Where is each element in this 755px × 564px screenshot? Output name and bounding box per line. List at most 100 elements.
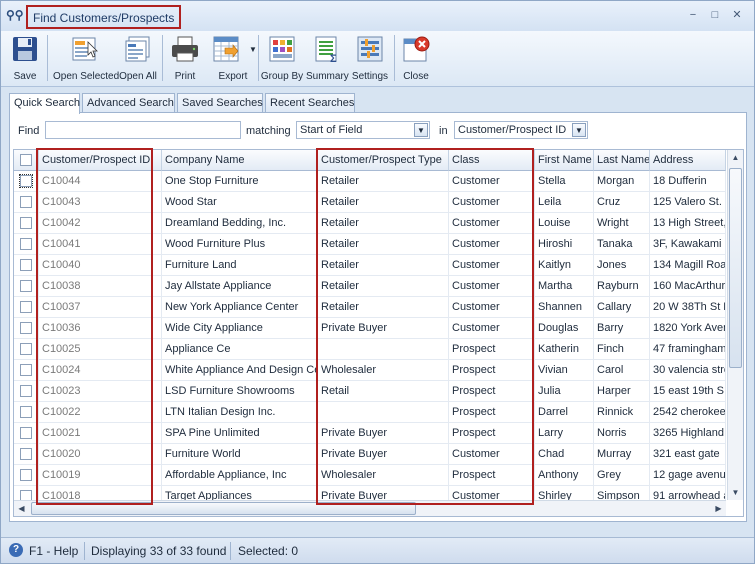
table-cell[interactable]: 160 MacArthur [650, 276, 726, 297]
table-cell[interactable]: Martha [535, 276, 594, 297]
table-cell[interactable]: Rayburn [594, 276, 650, 297]
table-cell[interactable]: Private Buyer [318, 444, 449, 465]
table-cell[interactable]: Customer [449, 255, 535, 276]
table-cell[interactable]: C10037 [39, 297, 162, 318]
table-cell[interactable]: Prospect [449, 423, 535, 444]
table-cell[interactable]: C10040 [39, 255, 162, 276]
table-cell[interactable]: Customer [449, 318, 535, 339]
table-cell[interactable]: Carol [594, 360, 650, 381]
row-checkbox[interactable] [20, 343, 32, 355]
table-cell[interactable]: Retailer [318, 213, 449, 234]
table-cell[interactable]: 2542 cherokee [650, 402, 726, 423]
table-cell[interactable]: 321 east gate [650, 444, 726, 465]
table-cell[interactable]: Harper [594, 381, 650, 402]
table-cell[interactable]: Retailer [318, 255, 449, 276]
table-cell[interactable]: C10023 [39, 381, 162, 402]
maximize-button[interactable]: □ [707, 7, 723, 23]
chevron-down-icon[interactable]: ▼ [414, 123, 428, 137]
table-cell[interactable]: SPA Pine Unlimited [162, 423, 318, 444]
table-cell[interactable]: 15 east 19th S [650, 381, 726, 402]
table-cell[interactable]: 13 High Street, [650, 213, 726, 234]
help-icon[interactable]: ? [9, 543, 23, 557]
table-row[interactable]: C10019 Affordable Appliance, Inc Wholesale… [14, 465, 726, 486]
table-cell[interactable]: Furniture World [162, 444, 318, 465]
table-row[interactable]: C10043 Wood Star Retailer Customer Leila Cruz… [14, 192, 726, 213]
table-cell[interactable]: Leila [535, 192, 594, 213]
table-cell[interactable]: Prospect [449, 381, 535, 402]
table-cell[interactable]: Hiroshi [535, 234, 594, 255]
table-cell[interactable]: Wood Furniture Plus [162, 234, 318, 255]
row-checkbox[interactable] [20, 427, 32, 439]
table-row[interactable]: C10036 Wide City Appliance Private Buyer Cu… [14, 318, 726, 339]
find-input[interactable] [45, 121, 241, 139]
table-cell[interactable]: Jones [594, 255, 650, 276]
group-by-button[interactable]: Group By [260, 34, 304, 84]
table-cell[interactable]: Retailer [318, 297, 449, 318]
table-row[interactable]: C10042 Dreamland Bedding, Inc. Retailer Cus… [14, 213, 726, 234]
table-cell[interactable]: 18 Dufferin [650, 171, 726, 192]
tab-advanced-search[interactable]: Advanced Search [82, 93, 175, 113]
select-all-checkbox[interactable] [20, 154, 32, 166]
table-cell[interactable]: Private Buyer [318, 318, 449, 339]
table-row[interactable]: C10020 Furniture World Private Buyer Custom… [14, 444, 726, 465]
scroll-right-icon[interactable]: ▶ [711, 501, 726, 516]
table-cell[interactable]: Affordable Appliance, Inc [162, 465, 318, 486]
table-cell[interactable]: Wood Star [162, 192, 318, 213]
table-cell[interactable]: White Appliance And Design Cen [162, 360, 318, 381]
table-cell[interactable]: Murray [594, 444, 650, 465]
column-header[interactable]: Company Name [162, 150, 318, 171]
column-header[interactable]: Customer/Prospect Type [318, 150, 449, 171]
table-cell[interactable]: Shannen [535, 297, 594, 318]
table-cell[interactable]: Wright [594, 213, 650, 234]
table-cell[interactable]: Katherin [535, 339, 594, 360]
table-row[interactable]: C10037 New York Appliance Center Retailer C… [14, 297, 726, 318]
minimize-button[interactable]: − [685, 7, 701, 23]
table-row[interactable]: C10041 Wood Furniture Plus Retailer Custome… [14, 234, 726, 255]
table-cell[interactable]: C10044 [39, 171, 162, 192]
table-cell[interactable]: Finch [594, 339, 650, 360]
row-checkbox[interactable] [20, 259, 32, 271]
row-checkbox[interactable] [20, 196, 32, 208]
table-cell[interactable]: LSD Furniture Showrooms [162, 381, 318, 402]
tab-recent-searches[interactable]: Recent Searches [265, 93, 355, 113]
summary-button[interactable]: Σ Summary [306, 34, 349, 84]
table-row[interactable]: C10023 LSD Furniture Showrooms Retail Prosp… [14, 381, 726, 402]
open-selected-button[interactable]: Open Selected [53, 34, 119, 84]
horizontal-scrollbar[interactable]: ◀ ▶ [14, 500, 726, 516]
row-checkbox[interactable] [20, 406, 32, 418]
table-cell[interactable]: C10022 [39, 402, 162, 423]
scroll-up-icon[interactable]: ▲ [728, 150, 743, 165]
table-cell[interactable]: Callary [594, 297, 650, 318]
row-checkbox[interactable] [20, 385, 32, 397]
table-cell[interactable]: Tanaka [594, 234, 650, 255]
table-cell[interactable]: Kaitlyn [535, 255, 594, 276]
table-cell[interactable]: Jay Allstate Appliance [162, 276, 318, 297]
table-cell[interactable]: Customer [449, 297, 535, 318]
table-cell[interactable]: 3F, Kawakami B [650, 234, 726, 255]
scroll-left-icon[interactable]: ◀ [14, 501, 29, 516]
table-cell[interactable]: Appliance Ce [162, 339, 318, 360]
row-checkbox[interactable] [20, 469, 32, 481]
table-cell[interactable]: Vivian [535, 360, 594, 381]
matching-select[interactable]: Start of Field ▼ [296, 121, 430, 139]
row-checkbox[interactable] [20, 322, 32, 334]
close-window-button[interactable]: ✕ [729, 7, 745, 23]
table-cell[interactable]: Wholesaler [318, 465, 449, 486]
table-cell[interactable]: Retailer [318, 192, 449, 213]
vertical-scrollbar[interactable]: ▲ ▼ [727, 150, 743, 500]
table-cell[interactable]: Anthony [535, 465, 594, 486]
table-cell[interactable]: C10024 [39, 360, 162, 381]
table-cell[interactable]: LTN Italian Design Inc. [162, 402, 318, 423]
table-cell[interactable]: Morgan [594, 171, 650, 192]
table-cell[interactable]: Prospect [449, 465, 535, 486]
row-checkbox[interactable] [20, 217, 32, 229]
chevron-down-icon[interactable]: ▼ [572, 123, 586, 137]
table-row[interactable]: C10025 Appliance Ce Prospect Katherin Finch 4… [14, 339, 726, 360]
table-cell[interactable]: Retail [318, 381, 449, 402]
table-cell[interactable]: Barry [594, 318, 650, 339]
row-checkbox[interactable] [20, 364, 32, 376]
scroll-down-icon[interactable]: ▼ [728, 485, 743, 500]
table-cell[interactable] [318, 402, 449, 423]
field-select[interactable]: Customer/Prospect ID ▼ [454, 121, 588, 139]
table-cell[interactable]: 1820 York Aven [650, 318, 726, 339]
